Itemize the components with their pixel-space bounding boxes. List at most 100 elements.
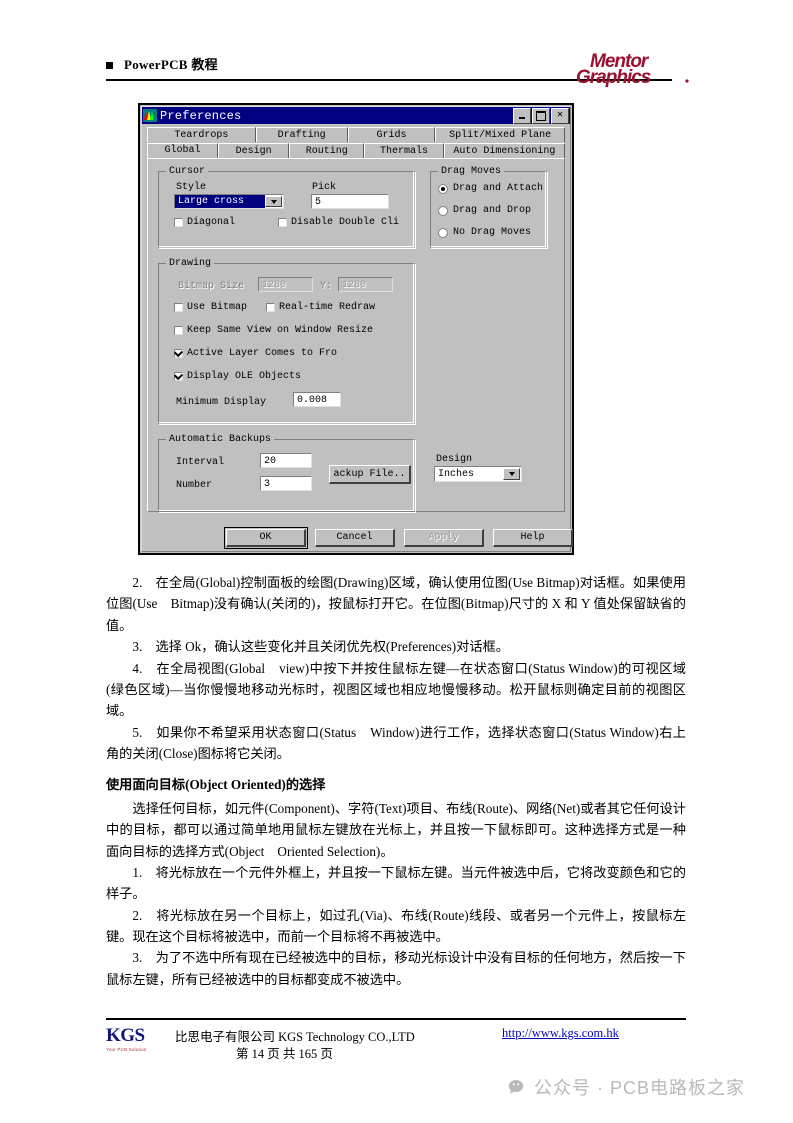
document-page: PowerPCB 教程 Mentor Graphics Preferences …	[0, 0, 793, 1123]
drag-moves-group-label: Drag Moves	[438, 166, 505, 177]
checkbox-box	[174, 372, 183, 381]
minimize-button[interactable]	[513, 107, 531, 124]
wechat-icon	[508, 1078, 527, 1097]
window-controls[interactable]: ✕	[513, 107, 569, 124]
diagonal-checkbox[interactable]: Diagonal	[174, 217, 235, 228]
keep-same-view-label: Keep Same View on Window Resize	[187, 325, 374, 336]
tab-teardrops[interactable]: Teardrops	[147, 127, 256, 142]
apply-button: Apply	[404, 529, 484, 547]
tab-row-upper[interactable]: Teardrops Drafting Grids Split/Mixed Pla…	[147, 127, 565, 142]
footer-url-link[interactable]: http://www.kgs.com.hk	[502, 1026, 619, 1041]
paragraph-intro: 选择任何目标，如元件(Component)、字符(Text)项目、布线(Rout…	[106, 800, 686, 859]
backup-interval-label: Interval	[176, 457, 225, 468]
use-bitmap-checkbox[interactable]: Use Bitmap	[174, 302, 247, 313]
tab-split-mixed-plane[interactable]: Split/Mixed Plane	[435, 127, 565, 142]
paragraph-step-3: 3. 选择 Ok，确认这些变化并且关闭优先权(Preferences)对话框。	[132, 639, 509, 655]
header-bullet-icon	[106, 62, 113, 69]
backup-file-button[interactable]: ackup File..	[329, 465, 411, 484]
tab-design[interactable]: Design	[218, 143, 290, 158]
realtime-redraw-checkbox[interactable]: Real-time Redraw	[266, 302, 375, 313]
checkbox-box	[266, 303, 275, 312]
footer-rule	[106, 1018, 686, 1020]
cursor-group-label: Cursor	[166, 166, 209, 177]
dialog-title: Preferences	[160, 108, 242, 123]
checkbox-box	[278, 218, 287, 227]
maximize-button[interactable]	[532, 107, 550, 124]
tab-thermals[interactable]: Thermals	[364, 143, 444, 158]
tab-row-lower[interactable]: Global Design Routing Thermals Auto Dime…	[147, 143, 565, 158]
cursor-pick-label: Pick	[312, 182, 337, 193]
backup-number-input[interactable]: 3	[260, 476, 312, 491]
radio-label: No Drag Moves	[453, 227, 532, 238]
radio-drag-and-attach[interactable]: Drag and Attach	[438, 183, 543, 194]
radio-drag-and-drop[interactable]: Drag and Drop	[438, 205, 531, 216]
close-button[interactable]: ✕	[551, 107, 569, 124]
mentor-graphics-logo: Mentor Graphics	[576, 48, 692, 90]
watermark: 公众号 · PCB电路板之家	[508, 1074, 745, 1100]
cancel-button[interactable]: Cancel	[315, 529, 395, 547]
section-heading: 使用面向目标(Object Oriented)的选择	[106, 777, 326, 793]
help-button[interactable]: Help	[493, 529, 573, 547]
active-layer-front-checkbox[interactable]: Active Layer Comes to Fro	[174, 348, 337, 359]
chevron-down-icon[interactable]	[503, 468, 520, 480]
paragraph-item-1: 1. 将光标放在一个元件外框上，并且按一下鼠标左键。当元件被选中后，它将改变颜色…	[106, 864, 686, 902]
bitmap-y-input: 1280	[338, 277, 393, 292]
radio-button	[438, 205, 448, 216]
backup-number-label: Number	[176, 480, 213, 491]
cursor-style-combo[interactable]: Large cross	[174, 194, 284, 209]
tab-panel-global: Cursor Style Large cross Pick 5 Diagonal…	[147, 158, 565, 513]
checkbox-box	[174, 218, 183, 227]
tab-auto-dimensioning[interactable]: Auto Dimensioning	[443, 143, 565, 158]
paragraph-step-4: 4. 在全局视图(Global view)中按下并按住鼠标左键—在状态窗口(St…	[106, 660, 686, 719]
dialog-titlebar[interactable]: Preferences ✕	[142, 107, 570, 124]
checkbox-box	[174, 349, 183, 358]
tab-global[interactable]: Global	[147, 143, 219, 158]
checkbox-box	[174, 326, 183, 335]
checkbox-box	[174, 303, 183, 312]
radio-label: Drag and Drop	[453, 205, 532, 216]
diagonal-label: Diagonal	[187, 217, 236, 228]
svg-text:Graphics: Graphics	[576, 67, 651, 88]
preferences-dialog[interactable]: Preferences ✕ Teardrops Drafting Grids S…	[138, 103, 574, 555]
design-units-value: Inches	[438, 468, 475, 480]
minimum-display-input[interactable]: 0.008	[293, 392, 341, 407]
header-title: PowerPCB 教程	[124, 57, 218, 72]
bitmap-size-label: Bitmap Size	[178, 281, 245, 292]
tab-drafting[interactable]: Drafting	[255, 127, 348, 142]
kgs-logo: KGS Your PCB Solution	[106, 1026, 168, 1056]
bitmap-x-input: 1280	[258, 277, 313, 292]
backup-interval-input[interactable]: 20	[260, 453, 312, 468]
tab-grids[interactable]: Grids	[347, 127, 436, 142]
disable-double-click-checkbox[interactable]: Disable Double Cli	[278, 217, 399, 228]
cursor-pick-input[interactable]: 5	[311, 194, 389, 209]
minimum-display-label: Minimum Display	[176, 397, 267, 408]
disable-double-click-label: Disable Double Cli	[291, 217, 400, 228]
dialog-tabs[interactable]: Teardrops Drafting Grids Split/Mixed Pla…	[147, 127, 565, 158]
design-units-combo[interactable]: Inches	[434, 466, 522, 482]
use-bitmap-label: Use Bitmap	[187, 302, 248, 313]
ok-button[interactable]: OK	[224, 527, 308, 549]
tab-routing[interactable]: Routing	[289, 143, 365, 158]
paragraph-step-2: 2. 在全局(Global)控制面板的绘图(Drawing)区域，确认使用位图(…	[106, 575, 686, 633]
radio-no-drag-moves[interactable]: No Drag Moves	[438, 227, 531, 238]
paragraph-step-5: 5. 如果你不希望采用状态窗口(Status Window)进行工作，选择状态窗…	[106, 724, 686, 761]
kgs-logo-tagline: Your PCB Solution	[106, 1047, 147, 1052]
radio-label: Drag and Attach	[453, 183, 544, 194]
chevron-down-icon[interactable]	[265, 196, 282, 207]
watermark-text: 公众号 · PCB电路板之家	[534, 1078, 746, 1098]
drawing-group-label: Drawing	[166, 258, 215, 269]
paragraph-item-3: 3. 为了不选中所有现在已经被选中的目标，移动光标设计中没有目标的任何地方，然后…	[106, 950, 686, 987]
radio-button	[438, 183, 448, 194]
display-ole-objects-checkbox[interactable]: Display OLE Objects	[174, 371, 301, 382]
dialog-button-bar: OK Cancel Apply Help	[147, 527, 573, 549]
display-ole-label: Display OLE Objects	[187, 371, 302, 382]
keep-same-view-checkbox[interactable]: Keep Same View on Window Resize	[174, 325, 373, 336]
cursor-style-value: Large cross	[175, 195, 265, 208]
backups-group-label: Automatic Backups	[166, 434, 275, 445]
paragraph-item-2: 2. 将光标放在另一个目标上，如过孔(Via)、布线(Route)线段、或者另一…	[106, 907, 686, 944]
bitmap-y-label: Y:	[320, 281, 333, 292]
radio-button	[438, 227, 448, 238]
app-icon	[143, 109, 157, 122]
realtime-redraw-label: Real-time Redraw	[279, 302, 376, 313]
document-body: 2. 在全局(Global)控制面板的绘图(Drawing)区域，确认使用位图(…	[106, 572, 686, 990]
